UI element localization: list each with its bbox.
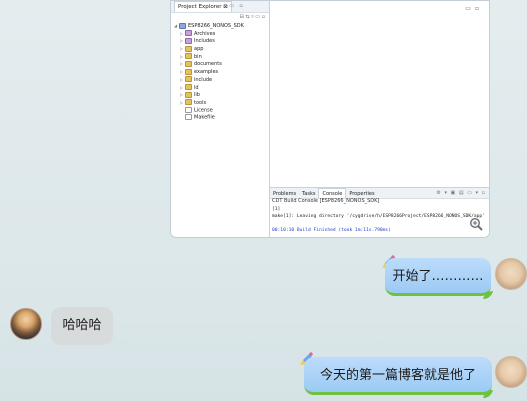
folder-icon	[185, 60, 192, 67]
project-tree: ◢ ESP8266_NONOS_SDK ▷ Archives ▷ Includes ▷ ap…	[171, 22, 269, 122]
folder-icon	[185, 53, 192, 60]
console-toolbar-icons[interactable]: ⚙ ▾ ▣ ▤ ▭ ▾ ▫	[436, 188, 486, 198]
console-line: 00:10:10 Build Finished (took 1m:11s.790…	[272, 228, 391, 233]
message-bubble-other[interactable]: 哈哈哈	[51, 307, 113, 345]
console-line: [1]	[272, 207, 281, 212]
avatar-other[interactable]	[10, 308, 42, 340]
tree-item[interactable]: ▷ tools	[171, 99, 269, 107]
panel-controls-icon[interactable]: ▭ ▫	[229, 1, 245, 12]
tree-item-label: bin	[194, 53, 202, 60]
file-icon	[185, 114, 192, 121]
tree-item[interactable]: ▷ ld	[171, 84, 269, 92]
project-explorer-header: Project Explorer ⊠ ▭ ▫	[171, 1, 269, 13]
tree-item-label: include	[194, 76, 213, 83]
tree-item-label: tools	[194, 99, 207, 106]
tree-item-label: app	[194, 46, 204, 53]
file-icon	[185, 106, 192, 113]
explorer-toolbar: ⊟ ⇆ ▿ ▭ ▫	[239, 14, 265, 20]
folder-icon	[185, 99, 192, 106]
message-bubble-mine[interactable]: 开始了…………	[385, 258, 491, 296]
tree-item[interactable]: ▷ examples	[171, 68, 269, 76]
project-icon	[179, 22, 186, 29]
editor-area[interactable]: ▭▫	[270, 1, 489, 187]
shared-screenshot[interactable]: Project Explorer ⊠ ▭ ▫ ⊟ ⇆ ▿ ▭ ▫ ◢ ESP826…	[170, 0, 490, 238]
tree-item[interactable]: ▷ Includes	[171, 37, 269, 45]
project-explorer-tab[interactable]: Project Explorer ⊠	[174, 1, 232, 12]
message-bubble-mine[interactable]: 今天的第一篇博客就是他了	[304, 357, 492, 395]
tree-item[interactable]: Makefile	[171, 114, 269, 122]
tree-item[interactable]: License	[171, 106, 269, 115]
console-title: CDT Build Console [ESP8266_NONOS_SDK]	[272, 198, 380, 204]
folder-icon	[185, 45, 192, 52]
tree-item-label: documents	[194, 61, 222, 68]
tree-item[interactable]: ▷ app	[171, 45, 269, 53]
console-tab[interactable]: Console	[318, 188, 347, 198]
folder-icon	[185, 84, 192, 90]
avatar-me[interactable]	[495, 356, 527, 388]
editor-window-controls[interactable]: ▭▫	[465, 5, 483, 12]
console-line: make[1]: Leaving directory '/cygdrive/h/…	[272, 214, 485, 219]
tree-item-label: examples	[194, 69, 219, 76]
zoom-in-icon[interactable]	[469, 217, 483, 231]
lib-icon	[185, 30, 192, 37]
tree-project-row[interactable]: ◢ ESP8266_NONOS_SDK	[171, 22, 269, 30]
console-output: [1] make[1]: Leaving directory '/cygdrive…	[272, 206, 487, 234]
avatar-me[interactable]	[495, 258, 527, 290]
tree-item[interactable]: ▷ include	[171, 76, 269, 84]
project-explorer-panel: Project Explorer ⊠ ▭ ▫ ⊟ ⇆ ▿ ▭ ▫ ◢ ESP826…	[171, 1, 270, 237]
tree-item-label: Archives	[194, 30, 216, 37]
tree-item[interactable]: ▷ lib	[171, 91, 269, 99]
folder-icon	[185, 91, 192, 98]
console-panel: Problems Tasks Console Properties ⚙ ▾ ▣ ▤ ▭ …	[270, 187, 489, 237]
tree-item-label: License	[194, 107, 213, 114]
folder-icon	[185, 76, 192, 83]
tree-item-label: ld	[194, 84, 199, 91]
tree-item[interactable]: ▷ documents	[171, 60, 269, 68]
tree-item-label: Makefile	[194, 114, 215, 121]
lib-icon	[185, 37, 192, 44]
leaf-decoration-icon	[483, 291, 493, 299]
leaf-decoration-icon	[483, 390, 493, 398]
tree-item-label: Includes	[194, 38, 215, 45]
tree-item[interactable]: ▷ Archives	[171, 30, 269, 38]
folder-icon	[185, 68, 192, 75]
tree-item-label: lib	[194, 92, 200, 99]
tree-item[interactable]: ▷ bin	[171, 53, 269, 61]
